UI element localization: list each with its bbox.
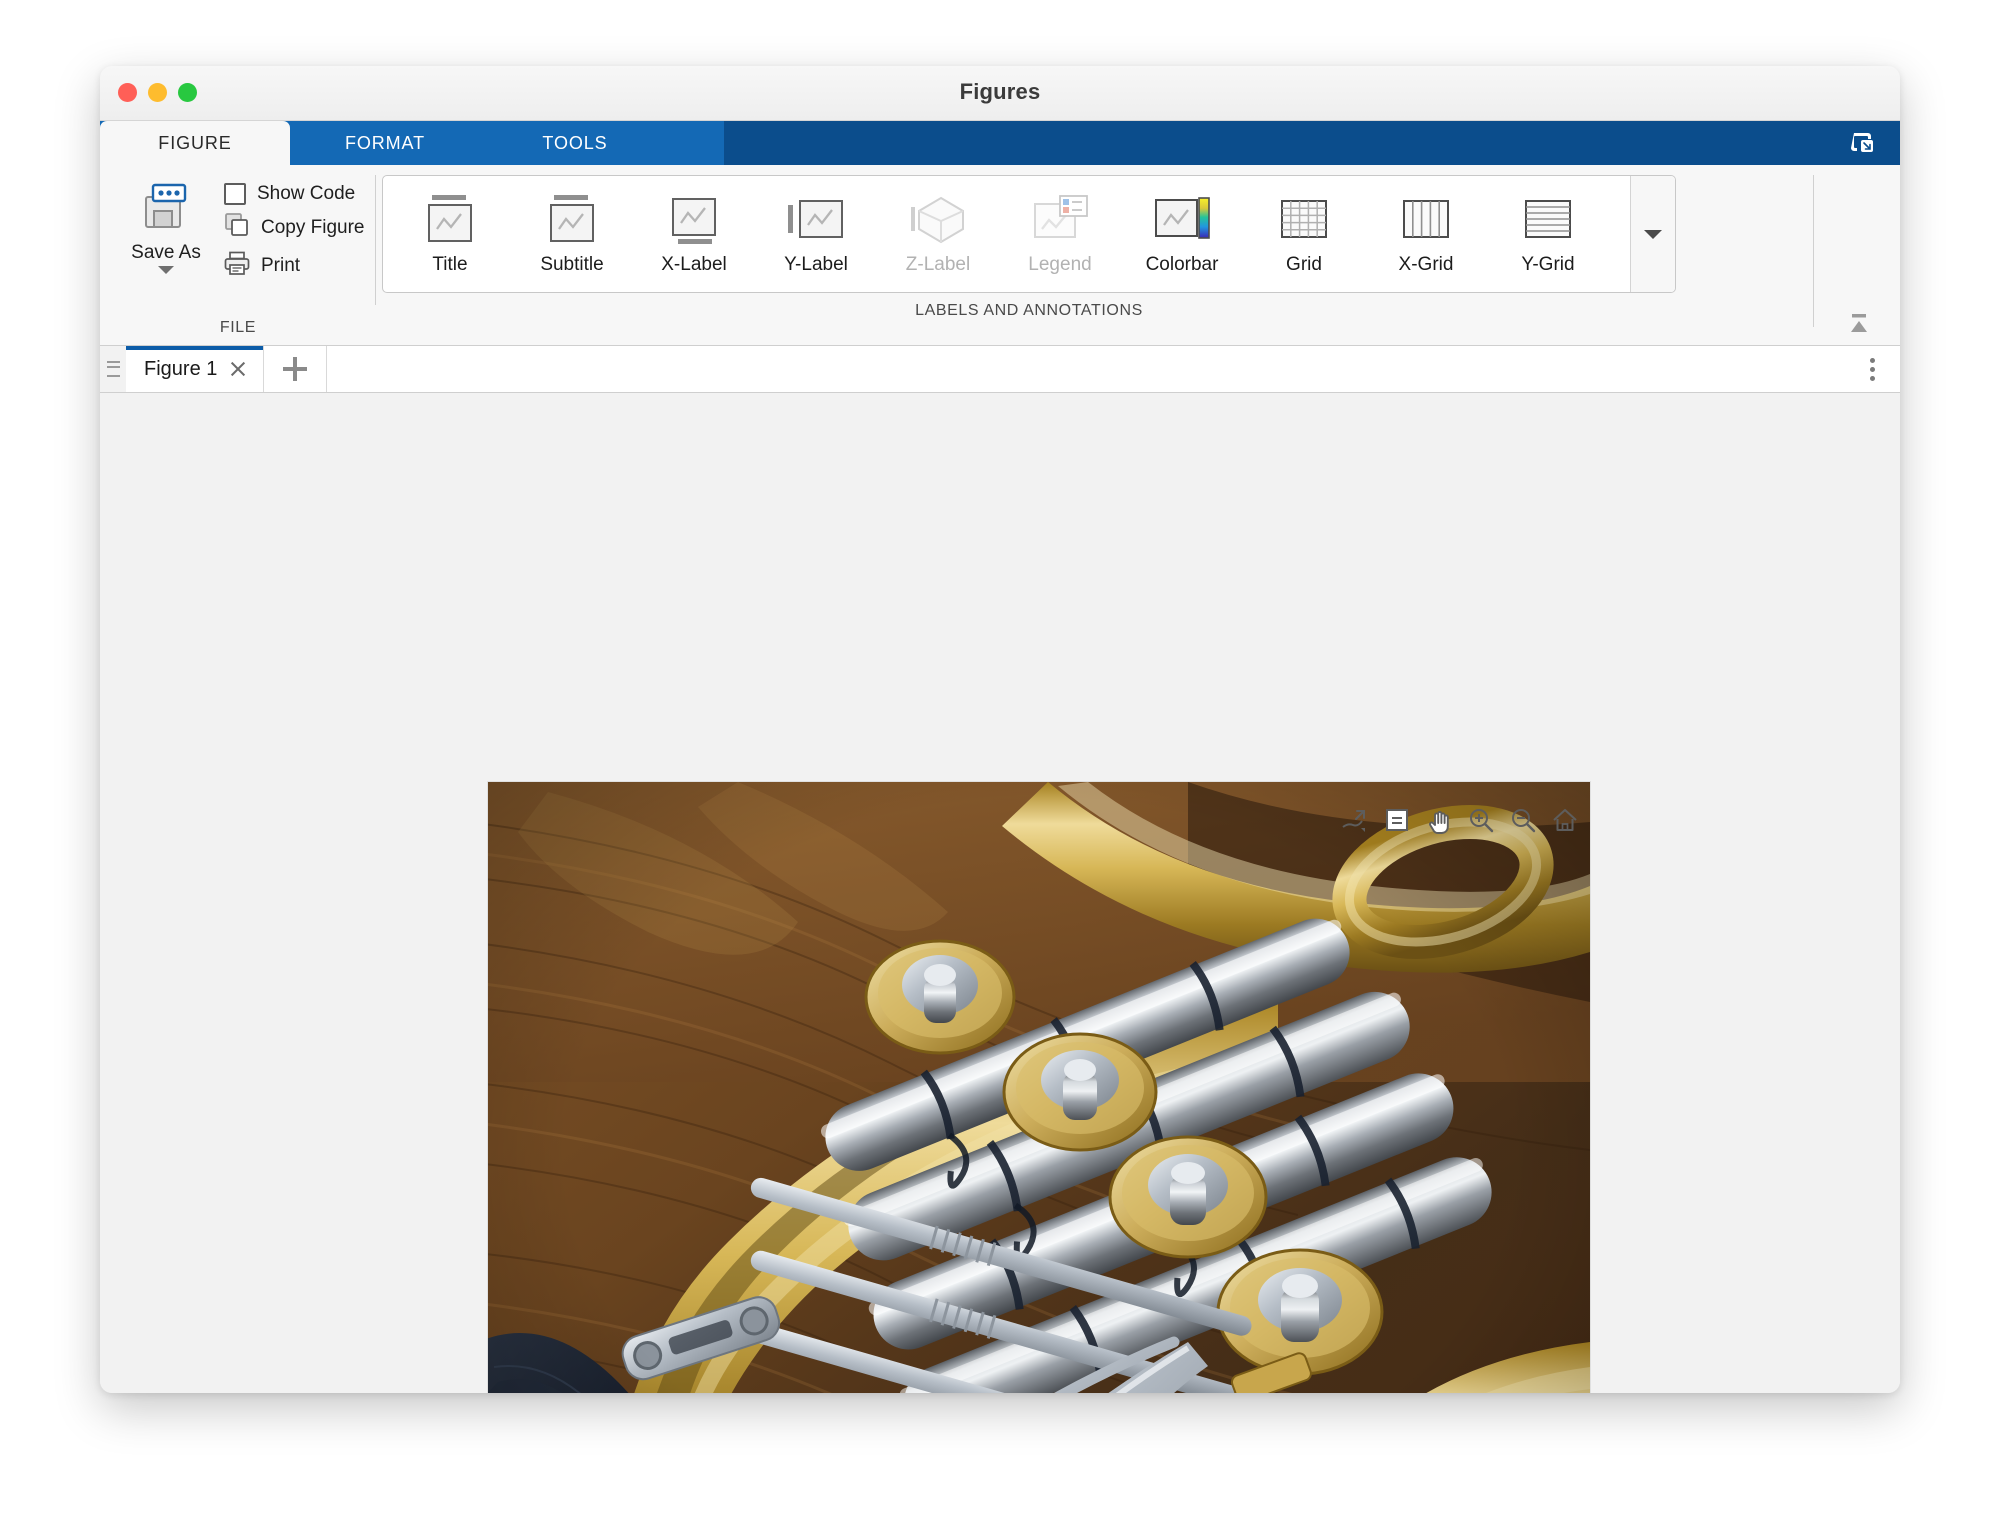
gallery-item-y-grid-label: Y-Grid [1521,254,1575,275]
zoom-out-icon[interactable] [1508,805,1538,835]
tab-format[interactable]: FORMAT [290,121,480,165]
export-icon[interactable] [1340,805,1370,835]
desktop-background: Figures FIGURE FORMAT TOOLS Save As Show… [0,0,2000,1518]
gallery-item-y-label[interactable]: Y-Label [755,176,877,292]
save-icon [137,181,195,238]
undock-icon[interactable] [1848,129,1878,157]
show-code-label: Show Code [257,183,356,204]
gallery-item-grid[interactable]: Grid [1243,176,1365,292]
gallery-item-z-label-label: Z-Label [905,254,971,275]
gallery-item-subtitle[interactable]: Subtitle [511,176,633,292]
ribbon-group-divider-right [1813,175,1814,327]
ribbon-group-labels-title: LABELS AND ANNOTATIONS [915,302,1143,319]
save-as-label: Save As [131,242,201,263]
gallery-item-y-grid[interactable]: Y-Grid [1487,176,1609,292]
gallery-item-y-label-label: Y-Label [784,254,848,275]
z-label-icon [905,192,971,248]
zoom-in-icon[interactable] [1466,805,1496,835]
grid-icon [1271,192,1337,248]
home-icon[interactable] [1550,805,1580,835]
window-title: Figures [959,79,1041,104]
subtitle-icon [539,192,605,248]
print-label: Print [261,254,301,276]
ribbon-group-file: Save As Show Code Copy Figure Print FILE [100,165,376,345]
gallery-item-legend[interactable]: Legend [999,176,1121,292]
y-grid-icon [1515,192,1581,248]
ribbon-group-file-title: FILE [219,319,257,336]
copy-figure-icon [224,212,250,243]
gallery-item-title-label: Title [432,254,468,275]
ribbon-body: Save As Show Code Copy Figure Print FILE… [100,165,1900,346]
ribbon-tabstrip: FIGURE FORMAT TOOLS [100,121,1900,165]
save-as-dropdown-caret[interactable] [158,266,174,274]
save-as-button[interactable]: Save As [114,175,218,274]
more-vertical-icon[interactable] [1844,346,1900,392]
datatip-icon[interactable] [1382,805,1412,835]
figure-tab-label: Figure 1 [144,357,218,380]
gallery-item-x-grid-label: X-Grid [1398,254,1454,275]
copy-figure-button[interactable]: Copy Figure [224,212,365,243]
gallery-item-x-grid[interactable]: X-Grid [1365,176,1487,292]
figures-window: Figures FIGURE FORMAT TOOLS Save As Show… [100,66,1900,1393]
figure-photo [488,782,1590,1393]
x-label-icon [661,192,727,248]
gallery-item-colorbar-label: Colorbar [1145,254,1219,275]
figure-tab-figure-1[interactable]: Figure 1 [126,346,265,392]
gallery-item-grid-label: Grid [1286,254,1322,275]
window-titlebar: Figures [100,66,1900,121]
collapse-ribbon-icon[interactable] [1844,311,1874,337]
ribbon-group-labels: Title Subtitle X-Label Y-Label Z-Label L… [376,165,1900,345]
printer-icon [224,250,250,281]
gallery-item-title[interactable]: Title [389,176,511,292]
close-icon[interactable] [227,358,249,380]
gallery-item-subtitle-label: Subtitle [540,254,604,275]
pan-icon[interactable] [1424,805,1454,835]
print-button[interactable]: Print [224,250,365,281]
file-actions-list: Show Code Copy Figure Print [224,175,365,281]
figure-tabbar-filler [327,346,1844,392]
tab-tools[interactable]: TOOLS [480,121,670,165]
gallery-item-x-label[interactable]: X-Label [633,176,755,292]
title-icon [417,192,483,248]
copy-figure-label: Copy Figure [261,216,365,238]
y-label-icon [783,192,849,248]
legend-icon [1027,192,1093,248]
labels-gallery: Title Subtitle X-Label Y-Label Z-Label L… [382,175,1676,293]
gallery-item-z-label[interactable]: Z-Label [877,176,999,292]
gallery-item-legend-label: Legend [1028,254,1092,275]
gallery-item-x-label-label: X-Label [661,254,727,275]
figure-tabbar: Figure 1 [100,346,1900,393]
axes-toolbar [1340,805,1580,835]
tab-figure[interactable]: FIGURE [100,121,290,165]
drag-grip-icon[interactable] [100,346,126,392]
chevron-down-icon [1644,229,1662,239]
x-grid-icon [1393,192,1459,248]
figure-canvas [100,393,1900,1393]
show-code-row[interactable]: Show Code [224,183,365,205]
checkbox-icon[interactable] [224,183,246,205]
gallery-more-button[interactable] [1630,176,1675,292]
plus-icon[interactable] [264,346,328,392]
gallery-item-colorbar[interactable]: Colorbar [1121,176,1243,292]
colorbar-icon [1149,192,1215,248]
